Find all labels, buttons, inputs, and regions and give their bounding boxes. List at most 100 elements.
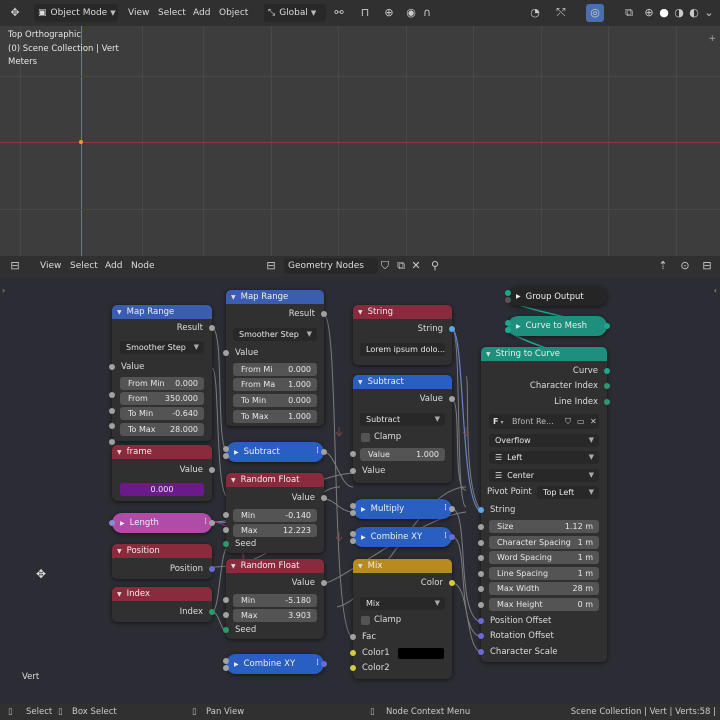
menu-node[interactable]: Node — [131, 261, 155, 271]
collapse-icon[interactable]: ▼ — [231, 294, 236, 301]
visibility-icon[interactable]: ◔ — [526, 4, 544, 22]
overlay-icon[interactable]: ◎ — [586, 4, 604, 22]
index-node[interactable]: ▼ Index Index — [112, 587, 215, 622]
input-socket[interactable] — [350, 538, 356, 544]
shading-options-icon[interactable]: ⌄ — [700, 4, 718, 22]
output-socket[interactable] — [321, 580, 327, 586]
node-editor-canvas[interactable]: ▼ Map Range Result Smoother Step ▼ Value F… — [0, 277, 720, 704]
output-socket[interactable] — [449, 396, 455, 402]
collapse-icon[interactable]: ▼ — [358, 563, 363, 570]
menu-select[interactable]: Select — [70, 261, 98, 271]
3d-viewport[interactable]: Top Orthographic (0) Scene Collection | … — [0, 26, 720, 256]
expand-icon[interactable]: ▶ — [234, 661, 239, 668]
interpolation-dropdown[interactable]: Smoother Step ▼ — [233, 328, 317, 341]
expand-icon[interactable]: ▶ — [516, 323, 521, 330]
input-socket[interactable] — [109, 439, 115, 445]
output-socket[interactable] — [209, 467, 215, 473]
frame-value-field[interactable]: 0.000 — [120, 483, 204, 496]
min-field[interactable]: Min -0.140 — [233, 509, 317, 522]
output-socket[interactable] — [321, 661, 327, 667]
value-field[interactable]: Value 1.000 — [360, 448, 445, 461]
clamp-checkbox[interactable] — [361, 433, 370, 442]
expand-icon[interactable]: ▶ — [516, 293, 521, 300]
output-socket[interactable] — [321, 311, 327, 317]
xray-icon[interactable]: ⧉ — [620, 4, 638, 22]
input-socket[interactable] — [478, 524, 484, 530]
menu-add[interactable]: Add — [193, 8, 210, 18]
combine-xy-node-1[interactable]: ▶ Combine XY ⁞ — [350, 527, 455, 547]
to-min-field[interactable]: To Min -0.640 — [120, 407, 204, 420]
input-socket[interactable] — [223, 597, 229, 603]
input-socket[interactable] — [478, 571, 484, 577]
max-height-field[interactable]: Max Height 0 m — [489, 598, 599, 611]
character-spacing-field[interactable]: Character Spacing 1 m — [489, 536, 599, 549]
snap-icon[interactable]: ⊙ — [676, 257, 694, 275]
group-output-node[interactable]: ▶ Group Output — [505, 287, 607, 306]
random-float-node-2[interactable]: ▼ Random Float Value Min -5.180 Max 3.903 S… — [223, 559, 327, 639]
collapse-icon[interactable]: ▼ — [117, 449, 122, 456]
output-socket[interactable] — [604, 368, 610, 374]
snap-icon[interactable]: ⊓ — [356, 4, 374, 22]
subtract-collapsed-node[interactable]: ▶ Subtract ⁞ — [223, 442, 327, 462]
interpolation-dropdown[interactable]: Smoother Step ▼ — [120, 341, 204, 354]
max-width-field[interactable]: Max Width 28 m — [489, 582, 599, 595]
color1-swatch[interactable] — [398, 648, 444, 659]
editor-type-icon[interactable]: ⊟ — [6, 257, 24, 275]
fake-user-icon[interactable]: ⛉ — [565, 414, 571, 429]
add-region-icon[interactable]: + — [708, 34, 716, 44]
output-socket[interactable] — [604, 383, 610, 389]
input-socket[interactable] — [478, 586, 484, 592]
folder-icon[interactable]: ▭ — [577, 414, 585, 429]
output-socket[interactable] — [321, 449, 327, 455]
close-icon[interactable]: ✕ — [590, 414, 597, 429]
input-socket[interactable] — [505, 320, 511, 326]
output-socket[interactable] — [209, 520, 215, 526]
collapse-icon[interactable]: ▼ — [358, 379, 363, 386]
input-socket[interactable] — [223, 527, 229, 533]
input-socket[interactable] — [478, 540, 484, 546]
frame-value-node[interactable]: ▼ frame Value 0.000 — [112, 445, 215, 501]
input-socket[interactable] — [350, 665, 356, 671]
input-socket[interactable] — [350, 451, 356, 457]
input-socket[interactable] — [223, 541, 229, 547]
collapse-icon[interactable]: ▼ — [231, 563, 236, 570]
input-socket[interactable] — [223, 453, 229, 459]
parent-tree-icon[interactable]: ⇡ — [654, 257, 672, 275]
menu-view[interactable]: View — [40, 261, 61, 271]
input-socket[interactable] — [109, 408, 115, 414]
menu-select[interactable]: Select — [158, 8, 186, 18]
input-socket[interactable] — [223, 612, 229, 618]
collapse-icon[interactable]: ▼ — [117, 309, 122, 316]
map-range-node-2[interactable]: ▼ Map Range Result Smoother Step ▼ Value F… — [223, 290, 327, 426]
output-socket[interactable] — [209, 325, 215, 331]
input-socket[interactable] — [478, 555, 484, 561]
input-socket[interactable] — [350, 634, 356, 640]
overlay-icon[interactable]: ⊟ — [698, 257, 716, 275]
close-icon[interactable]: ✕ — [407, 257, 425, 275]
from-max-field[interactable]: From 350.000 — [120, 392, 204, 405]
to-min-field[interactable]: To Min 0.000 — [233, 394, 317, 407]
input-socket[interactable] — [478, 633, 484, 639]
output-socket[interactable] — [449, 534, 455, 540]
min-field[interactable]: Min -5.180 — [233, 594, 317, 607]
multiply-node[interactable]: ▶ Multiply ⁞ — [350, 499, 455, 519]
input-socket[interactable] — [505, 327, 511, 333]
max-field[interactable]: Max 3.903 — [233, 609, 317, 622]
output-socket[interactable] — [209, 566, 215, 572]
menu-view[interactable]: View — [128, 8, 149, 18]
collapse-icon[interactable]: ▼ — [117, 548, 122, 555]
expand-icon[interactable]: ▶ — [361, 534, 366, 541]
input-socket[interactable] — [223, 446, 229, 452]
input-socket[interactable] — [350, 468, 356, 474]
menu-object[interactable]: Object — [219, 8, 248, 18]
snap-target-icon[interactable]: ⊕ — [380, 4, 398, 22]
expand-icon[interactable]: ▶ — [120, 520, 125, 527]
input-socket[interactable] — [350, 531, 356, 537]
position-node[interactable]: ▼ Position Position — [112, 544, 215, 579]
input-socket[interactable] — [478, 649, 484, 655]
output-socket[interactable] — [449, 326, 455, 332]
output-socket[interactable] — [449, 506, 455, 512]
input-socket[interactable] — [109, 520, 115, 526]
combine-xy-node-2[interactable]: ▶ Combine XY ⁞ — [223, 654, 327, 674]
subtract-node[interactable]: ▼ Subtract Value Subtract ▼ Clamp Value 1.0… — [350, 375, 455, 483]
